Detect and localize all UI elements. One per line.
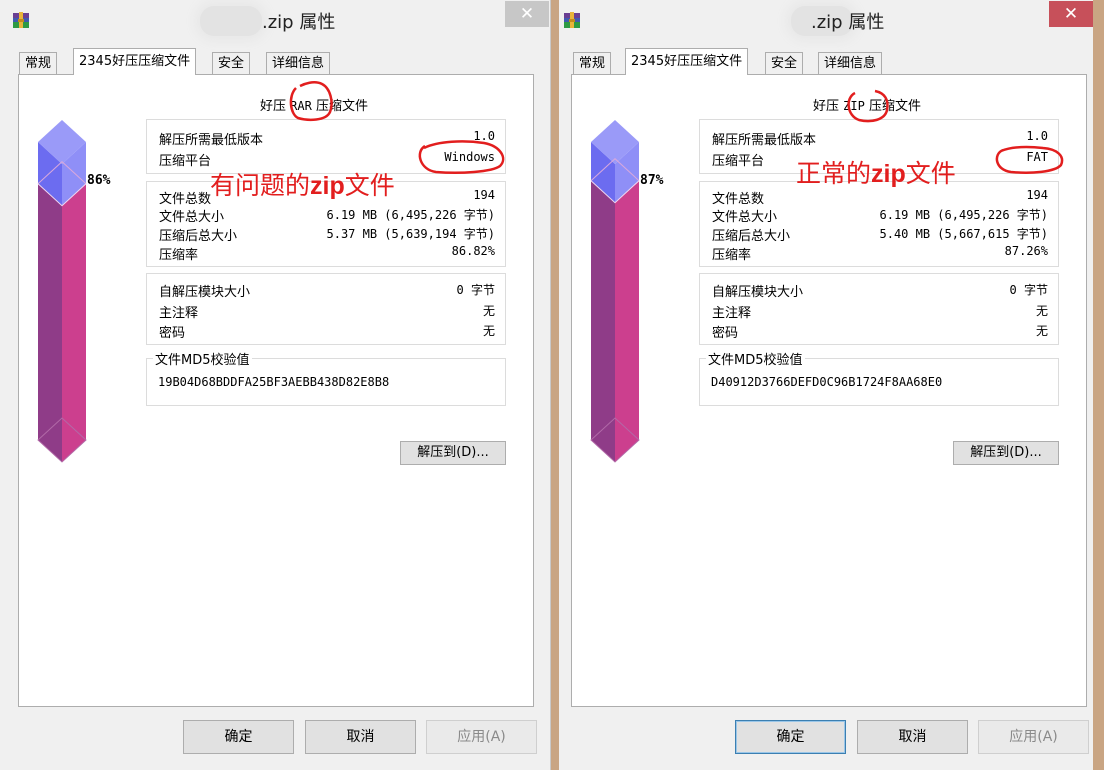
info-row: 密码 无 [712,324,1048,341]
gauge-fill-right-face [62,183,86,462]
tab-general[interactable]: 常规 [573,52,612,74]
info-row: 自解压模块大小 0 字节 [159,283,495,300]
apply-button[interactable]: 应用(A) [426,720,537,754]
info-row: 文件总数 194 [712,188,1048,207]
md5-label: 文件MD5校验值 [706,349,805,368]
info-row: 压缩后总大小 5.37 MB (5,639,194 字节) [159,227,495,244]
left-properties-dialog: .zip 属性 ✕ 常规 2345好压压缩文件 安全 详细信息 86% 好压 R… [0,0,551,770]
window-title: .zip 属性 [262,12,336,33]
tab-details[interactable]: 详细信息 [818,52,883,74]
info-row: 压缩后总大小 5.40 MB (5,667,615 字节) [712,227,1048,244]
info-row: 解压所需最低版本 1.0 [159,129,495,148]
size-group: 文件总数 194 文件总大小 6.19 MB (6,495,226 字节) 压缩… [699,181,1059,267]
close-button[interactable]: ✕ [1049,1,1093,27]
archive-app-icon [13,12,29,28]
dialog-body: .zip 属性 ✕ 常规 2345好压压缩文件 安全 详细信息 87% 好压 Z… [559,0,1093,770]
gauge-fill-left-face [591,180,615,463]
right-properties-dialog: .zip 属性 ✕ 常规 2345好压压缩文件 安全 详细信息 87% 好压 Z… [551,0,1104,770]
compression-gauge [37,120,87,463]
info-row: 密码 无 [159,324,495,341]
redacted-filename [200,6,262,36]
cancel-button[interactable]: 取消 [857,720,968,754]
archive-format: RAR [290,99,312,113]
info-row: 主注释 无 [712,304,1048,321]
gauge-fill-left-face [38,183,62,462]
info-row: 自解压模块大小 0 字节 [712,283,1048,300]
info-row: 压缩率 86.82% [159,244,495,263]
apply-button[interactable]: 应用(A) [978,720,1089,754]
info-row: 文件总大小 6.19 MB (6,495,226 字节) [159,208,495,225]
window-title: .zip 属性 [811,12,885,33]
sfx-group: 自解压模块大小 0 字节 主注释 无 密码 无 [699,273,1059,345]
cancel-button[interactable]: 取消 [305,720,416,754]
tab-security[interactable]: 安全 [212,52,251,74]
archive-type-line: 好压 ZIP 压缩文件 [813,95,921,114]
tab-2345-archive[interactable]: 2345好压压缩文件 [73,48,197,75]
archive-format: ZIP [843,99,865,113]
red-annotation: 正常的zip文件 [796,159,956,188]
type-prefix: 好压 [260,99,287,114]
sfx-group: 自解压模块大小 0 字节 主注释 无 密码 无 [146,273,506,345]
compression-percent: 86% [87,173,111,188]
tab-2345-archive[interactable]: 2345好压压缩文件 [625,48,749,75]
extract-to-button[interactable]: 解压到(D)... [400,441,506,465]
tab-security[interactable]: 安全 [765,52,804,74]
ok-button[interactable]: 确定 [735,720,846,754]
compression-gauge [590,120,640,463]
extract-to-button[interactable]: 解压到(D)... [953,441,1059,465]
md5-label: 文件MD5校验值 [153,349,252,368]
info-row: 解压所需最低版本 1.0 [712,129,1048,148]
compression-percent: 87% [640,173,664,188]
type-suffix: 压缩文件 [315,99,368,114]
tab-details[interactable]: 详细信息 [266,52,331,74]
tab-general[interactable]: 常规 [19,52,58,74]
gauge-fill-right-face [615,180,639,463]
archive-app-icon [564,12,580,28]
type-suffix: 压缩文件 [868,99,921,114]
md5-value[interactable]: 19B04D68BDDFA25BF3AEBB438D82E8B8 [158,375,389,389]
close-button[interactable]: ✕ [505,1,549,27]
info-row: 压缩率 87.26% [712,244,1048,263]
red-annotation: 有问题的zip文件 [210,171,395,200]
info-row: 文件总大小 6.19 MB (6,495,226 字节) [712,208,1048,225]
archive-type-line: 好压 RAR 压缩文件 [260,95,368,114]
md5-value[interactable]: D40912D3766DEFD0C96B1724F8AA68E0 [711,375,942,389]
info-row: 主注释 无 [159,304,495,321]
ok-button[interactable]: 确定 [183,720,294,754]
type-prefix: 好压 [813,99,840,114]
title-bar[interactable]: .zip 属性 ✕ [0,0,550,40]
title-bar[interactable]: .zip 属性 ✕ [559,0,1093,40]
